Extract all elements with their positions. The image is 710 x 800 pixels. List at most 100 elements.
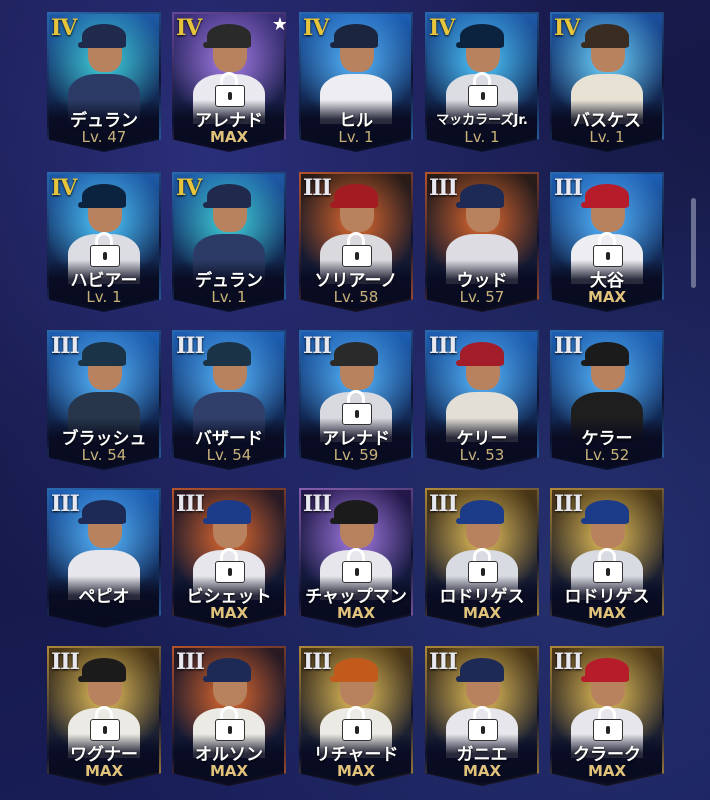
player-level: Lv. 54 [206,446,252,464]
player-level: Lv. 1 [338,128,374,146]
player-level: MAX [587,604,627,622]
lock-icon [341,232,372,267]
player-level: Lv. 1 [86,288,122,306]
player-card[interactable]: III クラーク MAX [550,646,664,786]
player-card[interactable]: IV ハビアー Lv. 1 [47,172,161,312]
tier-badge: III [303,175,332,201]
lock-icon [467,706,498,741]
player-card[interactable]: III アレナド Lv. 59 [299,330,413,470]
tier-badge: III [554,491,583,517]
player-level: Lv. 52 [584,446,630,464]
player-card[interactable]: IV デュラン Lv. 1 [172,172,286,312]
tier-badge: IV [176,15,202,41]
tier-badge: III [554,175,583,201]
player-card[interactable]: III ガニエ MAX [425,646,539,786]
player-card[interactable]: III ウッド Lv. 57 [425,172,539,312]
player-cap-brim [330,42,370,48]
tier-badge: IV [429,15,455,41]
player-level: Lv. 1 [589,128,625,146]
tier-badge: III [51,333,80,359]
player-cap-brim [581,518,621,524]
player-card[interactable]: III リチャード MAX [299,646,413,786]
player-level: MAX [209,604,249,622]
tier-badge: III [176,333,205,359]
player-cap-brim [456,676,496,682]
player-card[interactable]: III ワグナー MAX [47,646,161,786]
player-cap-brim [456,202,496,208]
tier-badge: III [429,491,458,517]
player-card[interactable]: IV バスケス Lv. 1 [550,12,664,152]
player-cap-brim [203,360,243,366]
player-cap-brim [203,676,243,682]
player-level: MAX [209,128,249,146]
tier-badge: III [554,333,583,359]
player-cap-brim [456,42,496,48]
player-card[interactable]: III ブラッシュ Lv. 54 [47,330,161,470]
player-card[interactable]: III ケラー Lv. 52 [550,330,664,470]
lock-icon [592,548,623,583]
player-card[interactable]: III ソリアーノ Lv. 58 [299,172,413,312]
player-card[interactable]: III バザード Lv. 54 [172,330,286,470]
lock-icon [214,548,245,583]
card-collection-grid: IV デュラン Lv. 47 IV アレナド MAX ★ IV ヒル Lv. 1… [0,0,710,800]
player-card[interactable]: III ビシェット MAX [172,488,286,628]
player-cap-brim [78,676,118,682]
player-level: MAX [336,604,376,622]
player-level: Lv. 58 [333,288,379,306]
player-cap-brim [203,202,243,208]
tier-badge: III [554,649,583,675]
lock-icon [592,232,623,267]
player-cap-brim [456,360,496,366]
player-card[interactable]: III 大谷 MAX [550,172,664,312]
tier-badge: III [51,491,80,517]
star-icon: ★ [271,14,288,35]
tier-badge: III [303,649,332,675]
player-level: Lv. 1 [464,128,500,146]
tier-badge: IV [554,15,580,41]
player-card[interactable]: III チャップマン MAX [299,488,413,628]
player-card[interactable]: IV アレナド MAX ★ [172,12,286,152]
player-cap-brim [581,42,621,48]
tier-badge: III [303,491,332,517]
player-card[interactable]: III オルソン MAX [172,646,286,786]
tier-badge: III [429,333,458,359]
player-level: MAX [84,762,124,780]
player-level: MAX [336,762,376,780]
lock-icon [341,548,372,583]
player-card[interactable]: IV マッカラーズJr. Lv. 1 [425,12,539,152]
tier-badge: IV [51,15,77,41]
tier-badge: IV [176,175,202,201]
player-card[interactable]: III ケリー Lv. 53 [425,330,539,470]
lock-icon [341,706,372,741]
player-level: Lv. 47 [81,128,127,146]
player-level: Lv. 54 [81,446,127,464]
player-level: Lv. 1 [211,288,247,306]
player-level: MAX [462,604,502,622]
tier-badge: III [176,491,205,517]
tier-badge: III [429,649,458,675]
lock-icon [214,706,245,741]
player-card[interactable]: IV ヒル Lv. 1 [299,12,413,152]
player-cap-brim [78,42,118,48]
tier-badge: IV [303,15,329,41]
scrollbar[interactable] [691,198,696,288]
player-card[interactable]: IV デュラン Lv. 47 [47,12,161,152]
lock-icon [467,548,498,583]
tier-badge: III [176,649,205,675]
tier-badge: III [303,333,332,359]
player-level: MAX [209,762,249,780]
player-card[interactable]: III ペピオ [47,488,161,628]
player-level: MAX [587,288,627,306]
player-cap-brim [78,360,118,366]
player-level: Lv. 57 [459,288,505,306]
player-level: MAX [462,762,502,780]
player-cap-brim [581,676,621,682]
lock-icon [592,706,623,741]
tier-badge: III [51,649,80,675]
lock-icon [89,706,120,741]
player-card[interactable]: III ロドリゲス MAX [425,488,539,628]
player-card[interactable]: III ロドリゲス MAX [550,488,664,628]
player-cap-brim [330,676,370,682]
lock-icon [341,390,372,425]
lock-icon [89,232,120,267]
